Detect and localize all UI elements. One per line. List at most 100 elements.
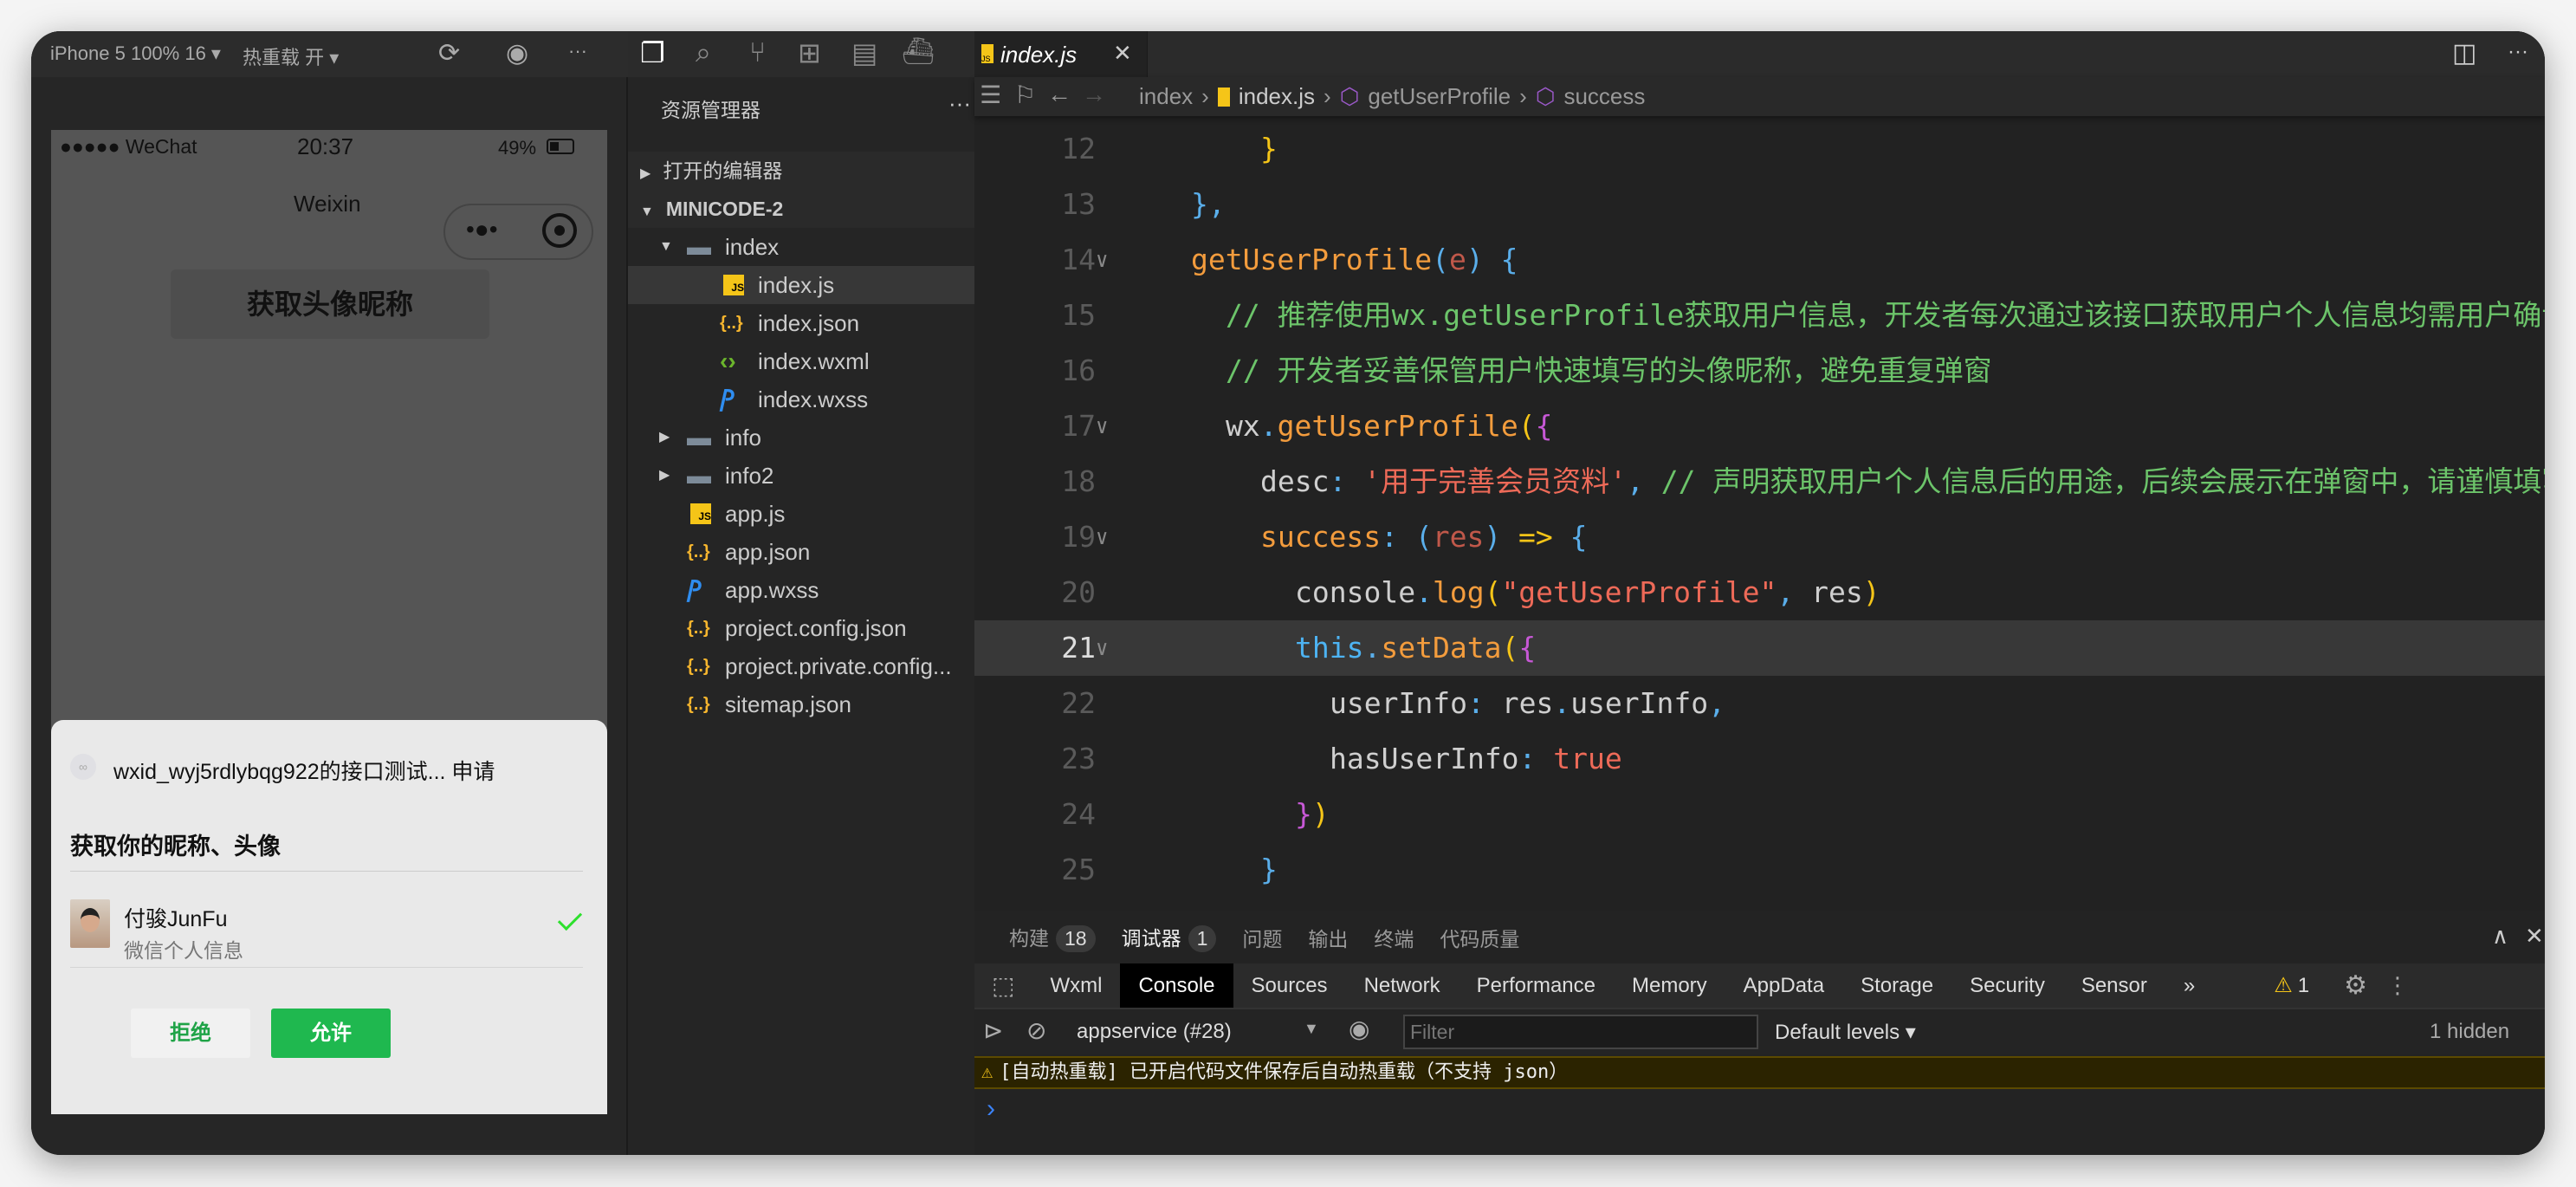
sidebar-toggle-icon[interactable]: ⊳ [983, 1016, 1003, 1045]
extensions-icon[interactable]: ⊞ [798, 36, 821, 69]
devtools-tab-network[interactable]: Network [1346, 963, 1459, 1008]
code-line[interactable]: 15 // 推荐使用wx.getUserProfile获取用户信息，开发者每次通过… [974, 288, 2545, 343]
stop-icon[interactable]: ◉ [506, 38, 528, 68]
chevron-right-icon[interactable]: ▶ [659, 457, 670, 495]
console-prompt[interactable]: › [987, 1094, 995, 1124]
tree-item[interactable]: {..} sitemap.json [628, 685, 974, 723]
clear-console-icon[interactable]: ⊘ [1026, 1016, 1046, 1045]
panel-tab[interactable]: 构建 18 [1009, 922, 1096, 952]
warning-icon[interactable]: ⚠ [2274, 973, 2293, 998]
tree-item[interactable]: {..} project.private.config... [628, 647, 974, 685]
devtools-tab-memory[interactable]: Memory [1614, 963, 1725, 1008]
more-icon[interactable]: ··· [568, 40, 587, 62]
breadcrumb-item[interactable]: success [1563, 83, 1645, 110]
check-icon[interactable] [557, 905, 583, 931]
code-line[interactable]: 12} [974, 121, 2545, 177]
bookmark-icon[interactable]: ⚐ [1014, 81, 1036, 109]
tree-item[interactable]: ▶ ▬ info2 [628, 457, 974, 495]
capsule-menu[interactable]: •●• [443, 204, 593, 260]
code-line[interactable]: 25} [974, 842, 2545, 898]
code-line[interactable]: 23 hasUserInfo: true [974, 731, 2545, 787]
refresh-icon[interactable]: ⟳ [438, 38, 460, 68]
breadcrumb-item[interactable]: index.js [1239, 83, 1315, 110]
tree-item[interactable]: ‹› index.wxml [628, 342, 974, 380]
code-line[interactable]: 22 userInfo: res.userInfo, [974, 676, 2545, 731]
devtools-tab-security[interactable]: Security [1951, 963, 2063, 1008]
close-tab-icon[interactable]: ✕ [1113, 40, 1132, 67]
breadcrumb-item[interactable]: getUserProfile [1368, 83, 1511, 110]
tree-item[interactable]: {..} index.json [628, 304, 974, 342]
open-editors-section[interactable]: ▶ 打开的编辑器 [628, 152, 974, 190]
more-tabs-icon[interactable]: » [2165, 963, 2213, 1008]
search-icon[interactable]: ⌕ [696, 36, 711, 69]
allow-button[interactable]: 允许 [271, 1009, 391, 1058]
panel-tab[interactable]: 问题 [1242, 923, 1282, 952]
reject-button[interactable]: 拒绝 [131, 1009, 250, 1058]
devtools-tab-appdata[interactable]: AppData [1725, 963, 1842, 1008]
tree-item[interactable]: ▼ ▬ index [628, 228, 974, 266]
chevron-down-icon[interactable]: ▼ [1304, 1020, 1319, 1038]
filter-input[interactable] [1403, 1015, 1758, 1049]
kebab-menu-icon[interactable]: ⋮ [2386, 972, 2409, 999]
code-area[interactable]: 12} 13}, 14 ∨ getUserProfile(e) {15// 推荐使用wx… [974, 116, 2545, 911]
code-line[interactable]: 14 ∨ getUserProfile(e) { [974, 232, 2545, 288]
storage-icon[interactable]: ▤ [851, 36, 877, 69]
docker-icon[interactable]: ⛴ [902, 36, 935, 67]
panel-tab[interactable]: 调试器 1 [1121, 922, 1217, 966]
tree-item[interactable]: Ⳏapp.wxss [628, 571, 974, 609]
chevron-down-icon[interactable]: ▼ [659, 228, 673, 266]
tree-item[interactable]: {..} app.json [628, 533, 974, 571]
devtools-tab-storage[interactable]: Storage [1842, 963, 1951, 1008]
menu-dots-icon[interactable]: •●• [466, 216, 498, 243]
files-icon[interactable]: ❐ [640, 36, 665, 69]
panel-tab[interactable]: 输出 [1308, 923, 1348, 952]
outline-icon[interactable]: ☰ [980, 81, 1001, 109]
eye-icon[interactable]: ◉ [1349, 1015, 1369, 1043]
tree-item[interactable]: JS index.js [628, 266, 974, 304]
editor-tab[interactable]: JS index.js ✕ [974, 31, 1148, 77]
devtools-tab-sources[interactable]: Sources [1233, 963, 1346, 1008]
settings-icon[interactable]: ⚙ [2344, 970, 2367, 1001]
breadcrumb-item[interactable]: index [1139, 83, 1193, 110]
project-section[interactable]: ▼ MINICODE-2 [628, 190, 974, 228]
code-line[interactable]: 17 ∨ wx.getUserProfile({ [974, 399, 2545, 454]
forward-icon[interactable]: → [1082, 81, 1106, 108]
chevron-right-icon[interactable]: ▶ [659, 418, 670, 457]
inspect-icon[interactable]: ⬚ [974, 971, 1032, 1000]
fold-chevron-icon[interactable]: ∨ [1096, 232, 1108, 288]
code-line[interactable]: 19 ∨ success: (res) => { [974, 509, 2545, 565]
code-line[interactable]: 20 console.log("getUserProfile", res) [974, 565, 2545, 620]
hot-reload-select[interactable]: 热重载 开 ▾ [243, 42, 339, 70]
tree-item[interactable]: JS app.js [628, 495, 974, 533]
code-line[interactable]: 16 // 开发者妥善保管用户快速填写的头像昵称，避免重复弹窗 [974, 343, 2545, 399]
tree-item[interactable]: Ⳏindex.wxss [628, 380, 974, 418]
maximize-panel-icon[interactable]: ∧ [2492, 923, 2508, 950]
source-control-icon[interactable]: ⑂ [749, 36, 766, 68]
devtools-tab-performance[interactable]: Performance [1459, 963, 1614, 1008]
context-select[interactable]: appservice (#28) [1077, 1020, 1232, 1044]
explorer-more-icon[interactable]: ··· [948, 90, 971, 117]
code-line[interactable]: 24}) [974, 787, 2545, 842]
levels-select[interactable]: Default levels ▾ [1775, 1020, 1916, 1045]
code-line[interactable]: 21 ∨ this.setData({ [974, 620, 2545, 676]
warning-count[interactable]: 1 [2298, 974, 2309, 998]
devtools-tab-wxml[interactable]: Wxml [1032, 963, 1120, 1008]
back-icon[interactable]: ← [1047, 81, 1071, 108]
device-select[interactable]: iPhone 5 100% 16 ▾ [50, 42, 221, 65]
tree-item[interactable]: {..} project.config.json [628, 609, 974, 647]
close-capsule-icon[interactable] [542, 213, 577, 248]
fold-chevron-icon[interactable]: ∨ [1096, 509, 1108, 565]
tree-item[interactable]: ▶ ▬ info [628, 418, 974, 457]
more-icon[interactable]: ··· [2508, 40, 2528, 64]
close-panel-icon[interactable]: ✕ [2525, 923, 2544, 950]
devtools-tab-console[interactable]: Console [1120, 963, 1233, 1008]
fold-chevron-icon[interactable]: ∨ [1096, 620, 1108, 676]
split-editor-icon[interactable]: ◫ [2452, 38, 2476, 68]
panel-tab[interactable]: 代码质量 [1440, 923, 1519, 952]
code-line[interactable]: 13}, [974, 177, 2545, 232]
devtools-tab-sensor[interactable]: Sensor [2063, 963, 2165, 1008]
get-profile-button[interactable]: 获取头像昵称 [171, 269, 489, 339]
code-line[interactable]: 18 desc: '用于完善会员资料', // 声明获取用户个人信息后的用途，后续… [974, 454, 2545, 509]
fold-chevron-icon[interactable]: ∨ [1096, 399, 1108, 454]
panel-tab[interactable]: 终端 [1374, 923, 1414, 952]
